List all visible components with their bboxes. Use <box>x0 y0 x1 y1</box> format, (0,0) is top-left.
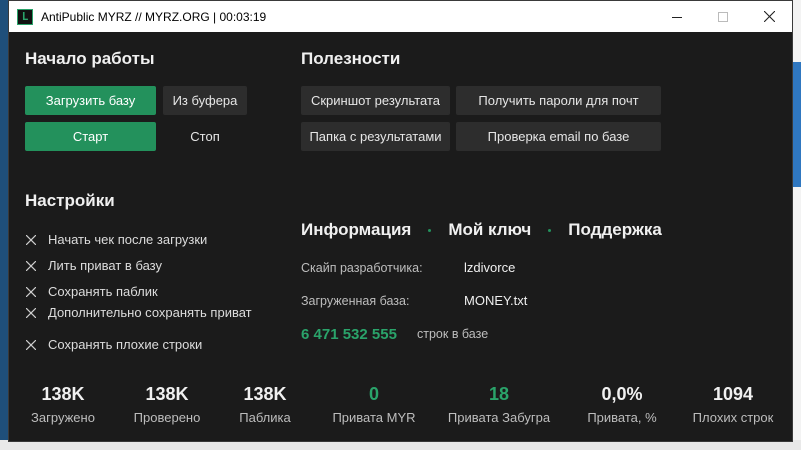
stop-button[interactable]: Стоп <box>163 122 247 151</box>
stat-label: Плохих строк <box>692 410 774 425</box>
stat-value: 138K <box>145 384 189 404</box>
start-section-title: Начало работы <box>25 49 155 68</box>
tab-separator-dot <box>428 228 432 232</box>
tab-my-key[interactable]: Мой ключ <box>448 220 531 240</box>
start-button[interactable]: Старт <box>25 122 156 151</box>
results-folder-button[interactable]: Папка с результатами <box>301 122 450 151</box>
background-app-right <box>793 0 801 450</box>
main-window: L AntiPublic MYRZ // MYRZ.ORG | 00:03:19… <box>8 0 793 442</box>
maximize-icon <box>718 11 728 22</box>
checkbox-x-icon <box>25 286 37 298</box>
stat-loaded: 138K Загружено <box>31 384 95 425</box>
option-start-check-after-load[interactable]: Начать чек после загрузки <box>25 232 207 247</box>
tab-support[interactable]: Поддержка <box>568 220 662 240</box>
checkbox-x-icon <box>25 234 37 246</box>
option-save-bad-rows[interactable]: Сохранять плохие строки <box>25 337 202 352</box>
loaded-base-label: Загруженная база: <box>301 294 410 308</box>
background-app-left <box>0 0 8 450</box>
stat-value: 138K <box>243 384 287 404</box>
stat-value: 1094 <box>712 384 754 404</box>
settings-section-title: Настройки <box>25 191 115 210</box>
loaded-base-value: MONEY.txt <box>464 293 528 308</box>
stat-private-myr: 0 Привата MYR <box>332 384 415 425</box>
check-email-button[interactable]: Проверка email по базе <box>456 122 661 151</box>
load-base-button[interactable]: Загрузить базу <box>25 86 156 115</box>
app-logo-icon: L <box>17 8 33 25</box>
rows-count-label: строк в базе <box>417 327 489 341</box>
info-tabs: Информация Мой ключ Поддержка <box>301 220 662 240</box>
stat-value: 0,0% <box>601 384 643 404</box>
window-title: AntiPublic MYRZ // MYRZ.ORG | 00:03:19 <box>41 9 267 24</box>
stat-label: Привата MYR <box>332 410 416 425</box>
stat-label: Привата, % <box>587 410 657 425</box>
tab-separator-dot <box>548 228 552 232</box>
background-app-strip <box>793 62 801 187</box>
minimize-icon <box>672 16 682 18</box>
checkbox-x-icon <box>25 260 37 272</box>
option-label: Сохранять паблик <box>48 284 158 299</box>
rows-count: 6 471 532 555 <box>301 326 397 343</box>
stat-label: Паблика <box>239 410 291 425</box>
checkbox-x-icon <box>25 339 37 351</box>
stat-bad-rows: 1094 Плохих строк <box>693 384 774 425</box>
close-button[interactable] <box>746 1 792 32</box>
checkbox-x-icon <box>25 307 37 319</box>
stat-public: 138K Паблика <box>239 384 291 425</box>
window-content: Начало работы Загрузить базу Из буфера С… <box>9 32 792 442</box>
option-label: Дополнительно сохранять приват <box>48 305 252 320</box>
stat-value: 18 <box>488 384 510 404</box>
screenshot-result-button[interactable]: Скриншот результата <box>301 86 450 115</box>
option-label: Лить приват в базу <box>48 258 162 273</box>
maximize-button[interactable] <box>700 1 746 32</box>
stat-private-abroad: 18 Привата Забугра <box>448 384 550 425</box>
stat-label: Загружено <box>31 410 95 425</box>
get-email-passwords-button[interactable]: Получить пароли для почт <box>456 86 661 115</box>
stat-value: 138K <box>41 384 85 404</box>
option-upload-private-to-base[interactable]: Лить приват в базу <box>25 258 162 273</box>
tab-information[interactable]: Информация <box>301 220 411 240</box>
stat-label: Привата Забугра <box>447 410 551 425</box>
option-label: Начать чек после загрузки <box>48 232 208 247</box>
from-clipboard-button[interactable]: Из буфера <box>163 86 247 115</box>
stat-checked: 138K Проверено <box>134 384 201 425</box>
developer-skype-value: lzdivorce <box>464 260 516 275</box>
option-label: Сохранять плохие строки <box>48 337 203 352</box>
useful-section-title: Полезности <box>301 49 401 68</box>
developer-skype-label: Скайп разработчика: <box>301 261 423 275</box>
stat-label: Проверено <box>133 410 201 425</box>
option-save-public[interactable]: Сохранять паблик <box>25 284 158 299</box>
stat-private-percent: 0,0% Привата, % <box>587 384 656 425</box>
close-icon <box>763 11 775 22</box>
minimize-button[interactable] <box>654 1 700 32</box>
stat-value: 0 <box>368 384 380 404</box>
window-controls <box>654 1 792 32</box>
title-bar[interactable]: L AntiPublic MYRZ // MYRZ.ORG | 00:03:19 <box>9 1 792 32</box>
option-additionally-save-private[interactable]: Дополнительно сохранять приват <box>25 305 252 320</box>
